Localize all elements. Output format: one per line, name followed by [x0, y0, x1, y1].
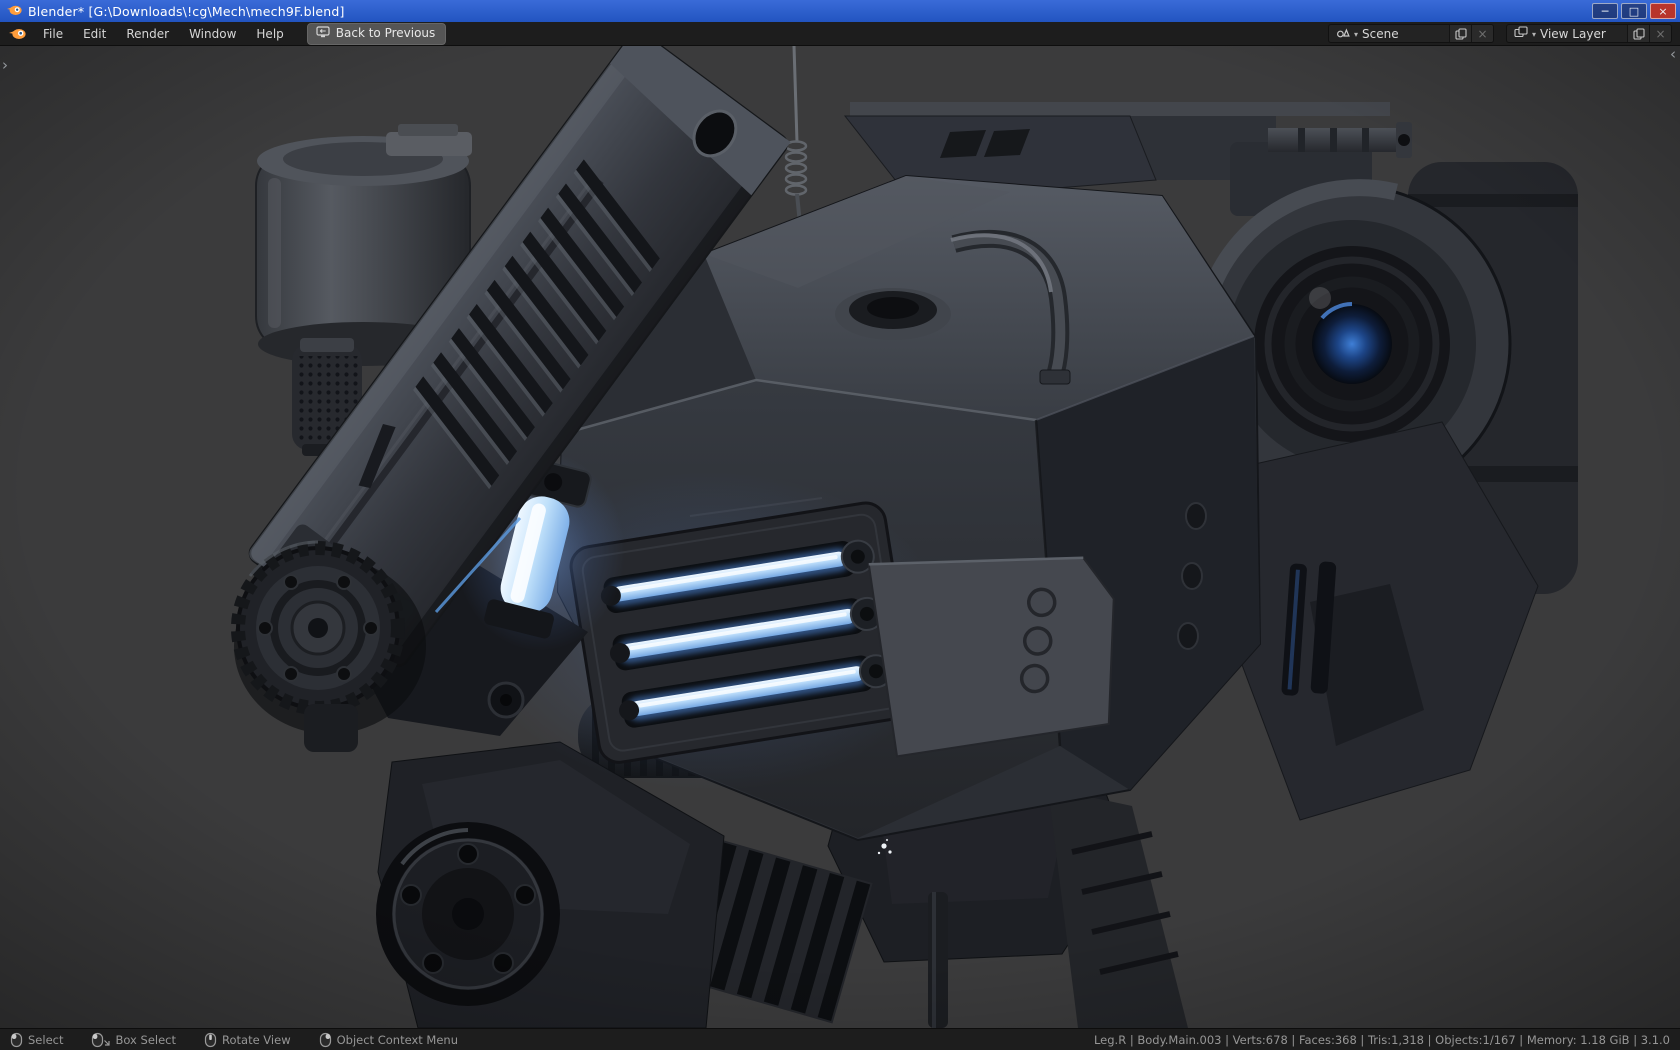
menu-edit[interactable]: Edit [74, 24, 115, 44]
mouse-middle-icon [204, 1032, 217, 1047]
chevron-down-icon: ▾ [1532, 30, 1537, 39]
close-button[interactable]: × [1650, 3, 1676, 19]
unlink-scene-button[interactable]: × [1471, 25, 1493, 42]
menu-help[interactable]: Help [247, 24, 292, 44]
titlebar[interactable]: Blender* [G:\Downloads\!cg\Mech\mech9F.b… [0, 0, 1680, 22]
statusbar: Select Box Select Rotate View Object Con… [0, 1028, 1680, 1050]
status-hint-rotate-view: Rotate View [204, 1032, 291, 1048]
view-layer-selector: ▾ View Layer × [1506, 24, 1672, 43]
view-layer-name: View Layer [1540, 26, 1606, 41]
toolbar-expand-icon[interactable]: › [2, 58, 8, 73]
back-to-previous-label: Back to Previous [335, 26, 436, 40]
window-title: Blender* [G:\Downloads\!cg\Mech\mech9F.b… [28, 3, 345, 19]
new-scene-button[interactable] [1449, 25, 1471, 42]
screen-back-icon [316, 25, 330, 41]
remove-view-layer-button[interactable]: × [1649, 25, 1671, 42]
mouse-right-icon [319, 1032, 331, 1047]
render-preview [0, 46, 1680, 1028]
blender-logo-icon[interactable] [6, 27, 32, 41]
topbar-right: ▾ Scene × ▾ View Layer × [1328, 24, 1672, 43]
window-controls: ─ □ × [1592, 3, 1676, 19]
scene-icon [1336, 26, 1350, 41]
view-layer-browse-button[interactable]: ▾ View Layer [1507, 25, 1627, 42]
chevron-down-icon: ▾ [1354, 30, 1359, 39]
menu-window[interactable]: Window [180, 24, 245, 44]
view-layer-icon [1514, 26, 1528, 41]
scene-browse-button[interactable]: ▾ Scene [1329, 25, 1449, 42]
mouse-drag-icon [92, 1032, 111, 1047]
mouse-left-icon [10, 1032, 23, 1047]
new-view-layer-button[interactable] [1627, 25, 1649, 42]
topbar: File Edit Render Window Help Back to Pre… [0, 22, 1680, 46]
scene-name: Scene [1362, 26, 1399, 41]
maximize-button[interactable]: □ [1621, 3, 1647, 19]
sidebar-expand-icon[interactable]: ‹ [1670, 47, 1676, 62]
blender-window: Blender* [G:\Downloads\!cg\Mech\mech9F.b… [0, 0, 1680, 1050]
menu-file[interactable]: File [34, 24, 72, 44]
status-stats: Leg.R | Body.Main.003 | Verts:678 | Face… [1093, 1032, 1670, 1047]
blender-app-icon [6, 2, 22, 21]
back-to-previous-button[interactable]: Back to Previous [306, 22, 447, 45]
scene-selector: ▾ Scene × [1328, 24, 1494, 43]
viewport-3d[interactable]: › ‹ [0, 46, 1680, 1028]
minimize-button[interactable]: ─ [1592, 3, 1618, 19]
status-hint-context-menu: Object Context Menu [319, 1032, 458, 1048]
vignette [0, 46, 1680, 1028]
menu-render[interactable]: Render [117, 24, 178, 44]
status-hint-box-select: Box Select [91, 1032, 176, 1048]
status-hint-select: Select [10, 1032, 63, 1048]
